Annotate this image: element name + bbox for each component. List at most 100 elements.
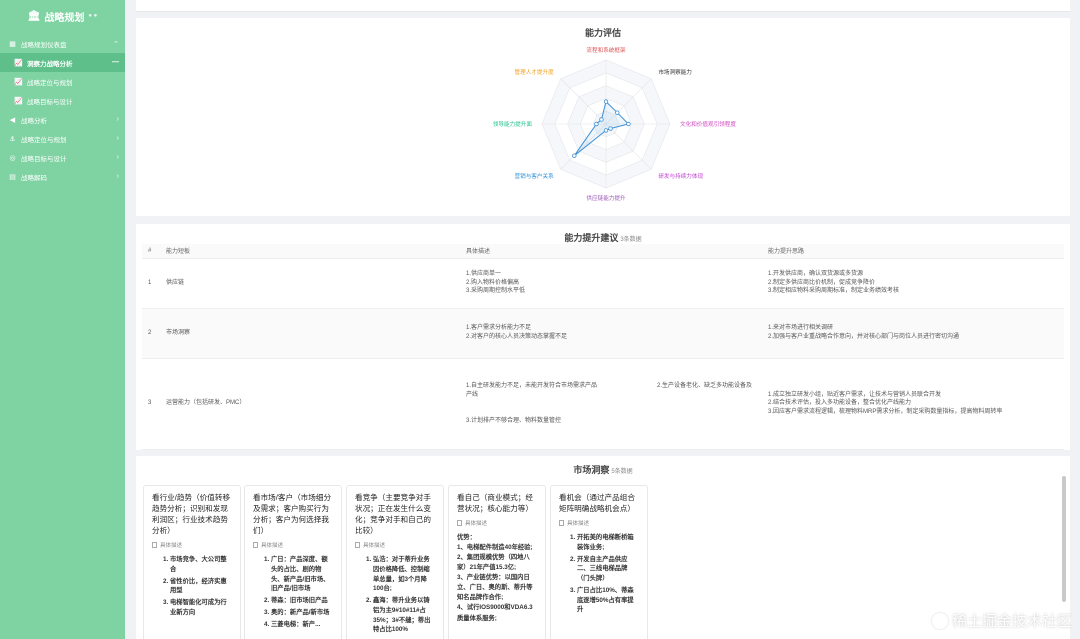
dashboard-icon: ▦	[9, 40, 16, 48]
row-desc: 1.供应商单一 2.购入物料价格偏高 3.采购周期控制水平低	[460, 258, 762, 309]
document-icon	[152, 542, 157, 548]
row-name: 运营能力（包括研发、PMC）	[160, 358, 460, 450]
line-chart-icon: 📈	[14, 59, 23, 67]
radar-point[interactable]	[599, 117, 604, 122]
sidebar-item-label: 战略规划仪表盘	[21, 41, 67, 49]
market-item-list: 开拓美的电梯断桥箱装饰业务; 开发自主产品供应二、三线电梯品牌（门头牌） 广日占…	[577, 533, 639, 615]
row-desc: 1.自主研发能力不足，未能开发符合市场需求产品 2.生产设备老化、缺乏多功能设备…	[460, 358, 762, 450]
market-item-list: 广日：产品深度、额头的占比、剧的物头、新产品/旧市场、旧产品/旧市场 蒂森：旧市…	[271, 555, 333, 629]
row-plan: 1.成立独立研发小组，贴近客户需求，让技术与营销人员联合开发 2.结合技术评估，…	[762, 358, 1064, 450]
document-icon	[253, 542, 258, 548]
table-row[interactable]: 1 供应链 1.供应商单一 2.购入物料价格偏高 3.采购周期控制水平低 1.开…	[142, 258, 1064, 309]
market-item-self[interactable]: 看自己（商业模式；经营状况；核心能力等） 具体描述 优势： 1、电梯配件制造40…	[448, 485, 546, 639]
improvement-title: 能力提升建议 3条数据	[136, 231, 1070, 244]
row-name: 市场洞察	[160, 308, 460, 359]
radar-axis-label: 供应链能力提升	[586, 196, 626, 202]
building-icon: 🏛	[27, 10, 41, 22]
document-icon	[559, 520, 564, 526]
sidebar-item-goals[interactable]: ◎ 战略目标与设计 ›	[0, 148, 125, 167]
brand-dots: ● ●	[88, 13, 98, 19]
chevron-right-icon: ›	[116, 135, 119, 142]
market-item-title: 看市场/客户（市场细分及需求；客户购买行为分析；客户为何选择我们）	[253, 493, 332, 535]
market-title-text: 市场洞察	[573, 465, 610, 475]
scrollbar[interactable]	[1062, 476, 1066, 602]
chevron-up-icon: ⌃	[113, 40, 119, 48]
watermark-logo-icon	[931, 612, 948, 629]
radar-title: 能力评估	[584, 28, 621, 38]
desc-label: 具体描述	[355, 541, 435, 549]
radar-axis-label: 营销与客户关系	[514, 174, 554, 181]
market-count: 5条数据	[611, 469, 633, 475]
desc-label: 具体描述	[253, 541, 333, 549]
anchor-icon: ⚓	[9, 135, 16, 143]
sidebar-item-analysis[interactable]: ◀ 战略分析 ›	[0, 110, 125, 129]
radar-point[interactable]	[608, 126, 613, 131]
radar-axis-label: 研发与持续力体现	[658, 174, 704, 181]
col-plan: 能力提升思路	[762, 244, 1064, 259]
row-name: 供应链	[160, 258, 460, 309]
improvement-count: 3条数据	[620, 237, 642, 243]
market-title: 市场洞察 5条数据	[136, 463, 1070, 476]
desc-label: 具体描述	[559, 519, 639, 527]
radar-axis-label: 市场洞察能力	[658, 69, 692, 76]
desc-label: 具体描述	[457, 519, 537, 527]
brand[interactable]: 🏛 战略规划 ● ●	[0, 0, 125, 32]
desc-label: 具体描述	[152, 541, 232, 549]
row-plan: 1.来对市场进行相关调研 2.加强与客户业重战略合作意向，并对核心部门与岗位人员…	[762, 308, 1064, 359]
radar-axis-label: 管理人才提升度	[514, 69, 554, 76]
radar-point[interactable]	[626, 121, 631, 127]
sidebar-item-label: 战略定位与规划	[27, 79, 73, 87]
brand-title: 战略规划	[44, 12, 85, 24]
sidebar-item-label: 战略解码	[21, 174, 47, 182]
market-item-text: 优势： 1、电梯配件制造40年经验; 2、集团规模优势（四地八家）21年产值15…	[457, 534, 533, 622]
table-header-row: # 能力短板 具体描述 能力提升思路	[142, 244, 1064, 259]
col-weakness: 能力短板	[160, 244, 460, 259]
sidebar-item-dashboard[interactable]: ▦ 战略规划仪表盘 ⌃	[0, 34, 125, 53]
document-icon	[457, 520, 462, 526]
main-content: 能力评估 流程和系统框架 市场洞察能力 文化和价值观引领程度 研发与持续力体现 供应链能…	[136, 0, 1070, 639]
radar-axis-label: 流程和系统框架	[586, 48, 626, 54]
radar-point[interactable]	[603, 99, 609, 104]
radar-point[interactable]	[572, 153, 577, 158]
chart-icon: ◀	[9, 116, 16, 124]
document-icon	[355, 542, 360, 548]
row-index: 3	[142, 358, 160, 450]
row-desc: 1.客户需求分析能力不足 2.对客户的核心人员决策动态掌握不足	[460, 308, 762, 359]
market-item-competition[interactable]: 看竞争（主要竞争对手状况；正在发生什么变化；竞争对手和自己的比较） 具体描述 弘…	[346, 485, 444, 639]
chevron-right-icon: ›	[116, 116, 119, 123]
target-icon: ◎	[9, 154, 16, 162]
sidebar-subitem-goals[interactable]: 📈 战略目标与设计	[0, 91, 125, 110]
market-item-customer[interactable]: 看市场/客户（市场细分及需求；客户购买行为分析；客户为何选择我们） 具体描述 广…	[244, 485, 342, 639]
radar-point[interactable]	[594, 121, 599, 127]
sidebar-item-label: 洞察力战略分析	[27, 60, 73, 68]
radar-axis-label: 领导能力提升面	[492, 122, 532, 128]
sidebar: 🏛 战略规划 ● ● ▦ 战略规划仪表盘 ⌃ 📈 洞察力战略分析 — 📈 战略定…	[0, 0, 125, 639]
capability-radar-card: 能力评估 流程和系统框架市场洞察能力文化和价值观引领程度研发与持续力体现供应链能…	[136, 18, 1070, 216]
line-chart-icon: 📈	[14, 78, 23, 86]
sidebar-item-label: 战略定位与规划	[21, 136, 67, 144]
market-item-title: 看行业/趋势（价值转移趋势分析；识别和发现利润区；行业技术趋势分析）	[152, 493, 231, 535]
sidebar-subitem-positioning[interactable]: 📈 战略定位与规划	[0, 72, 125, 91]
market-item-list: 市场竞争、大公司整合 省性价比，经济实惠用型 电梯智能化可成为行业新方向	[170, 555, 232, 618]
sidebar-item-decode[interactable]: ▤ 战略解码 ›	[0, 167, 125, 186]
market-item-title: 看机会（通过产品组合矩阵明确战略机会点）	[559, 493, 635, 513]
sidebar-subitem-insight[interactable]: 📈 洞察力战略分析 —	[0, 53, 125, 72]
market-item-opportunity[interactable]: 看机会（通过产品组合矩阵明确战略机会点） 具体描述 开拓美的电梯断桥箱装饰业务;…	[550, 485, 648, 639]
sidebar-item-label: 战略目标与设计	[21, 155, 67, 163]
sidebar-item-label: 战略目标与设计	[27, 98, 73, 106]
row-index: 1	[142, 258, 160, 309]
row-index: 2	[142, 308, 160, 359]
col-index: #	[142, 244, 160, 259]
market-item-industry[interactable]: 看行业/趋势（价值转移趋势分析；识别和发现利润区；行业技术趋势分析） 具体描述 …	[143, 485, 241, 639]
improvement-card: 能力提升建议 3条数据 # 能力短板 具体描述 能力提升思路 1 供应链 1.供应…	[136, 224, 1070, 450]
radar-point[interactable]	[615, 110, 620, 115]
sidebar-item-positioning[interactable]: ⚓ 战略定位与规划 ›	[0, 129, 125, 148]
table-row[interactable]: 2 市场洞察 1.客户需求分析能力不足 2.对客户的核心人员决策动态掌握不足 1…	[142, 308, 1064, 359]
market-item-list: 弘浩：对于蒂升业务因价格降低、控制缩单总量，如3个月降100台; 鑫海：蒂升业务…	[373, 555, 435, 635]
radar-axis-label: 文化和价值观引领程度	[680, 122, 736, 128]
improvement-table: # 能力短板 具体描述 能力提升思路 1 供应链 1.供应商单一 2.购入物料价…	[142, 244, 1064, 450]
market-item-title: 看自己（商业模式；经营状况；核心能力等）	[457, 493, 533, 513]
radar-point[interactable]	[603, 128, 609, 133]
table-row[interactable]: 3 运营能力（包括研发、PMC） 1.自主研发能力不足，未能开发符合市场需求产品…	[142, 358, 1064, 450]
line-chart-icon: 📈	[14, 97, 23, 105]
